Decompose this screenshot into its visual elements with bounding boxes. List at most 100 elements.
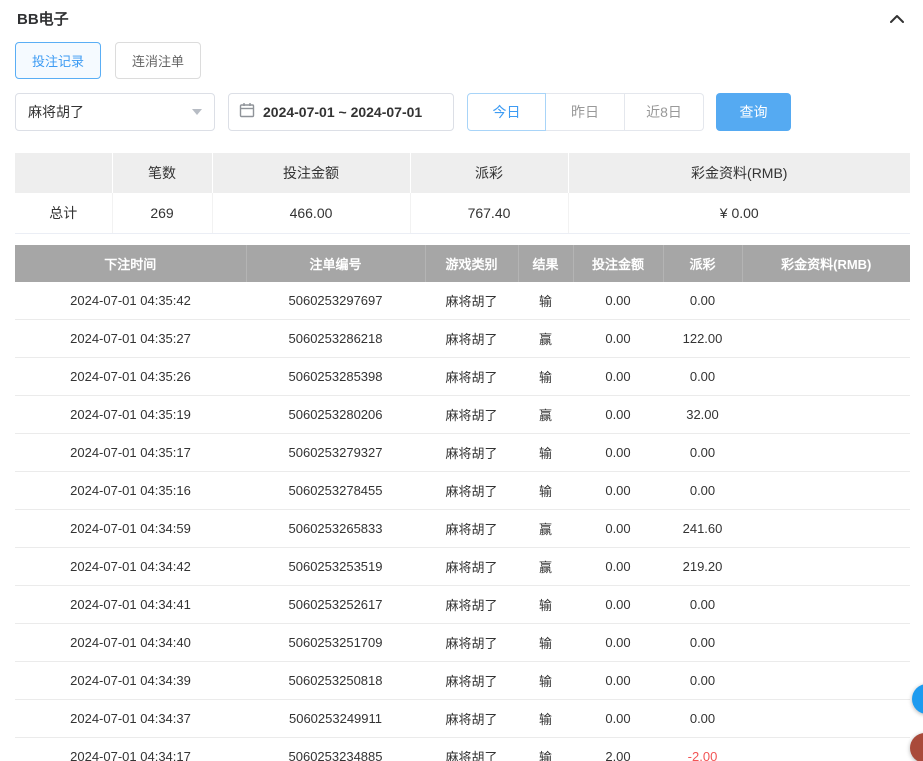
tab-cancelled-orders[interactable]: 连消注单: [115, 42, 201, 79]
cell-result: 输: [518, 282, 573, 320]
cell-jackpot: [742, 586, 910, 624]
cell-payout: 0.00: [663, 624, 742, 662]
cell-order-number: 5060253234885: [246, 738, 425, 761]
bet-row: 2024-07-01 04:35:17 5060253279327 麻将胡了 输…: [15, 434, 910, 472]
cell-bet-amount-link[interactable]: 0.00: [573, 510, 663, 548]
cell-order-number: 5060253278455: [246, 472, 425, 510]
date-range-picker[interactable]: 2024-07-01 ~ 2024-07-01: [228, 93, 454, 131]
betting-records-panel: BB电子 投注记录 连消注单 麻将胡了 2024-07-01 ~ 2024-07…: [0, 0, 923, 761]
cell-bet-amount-link[interactable]: 0.00: [573, 320, 663, 358]
search-button[interactable]: 查询: [716, 93, 791, 131]
summary-jackpot-value: ¥ 0.00: [568, 193, 910, 233]
summary-header-count: 笔数: [112, 153, 212, 193]
cell-payout: 0.00: [663, 700, 742, 738]
quick-last8days-button[interactable]: 近8日: [625, 93, 704, 131]
cell-game-type: 麻将胡了: [425, 320, 518, 358]
bet-row: 2024-07-01 04:34:37 5060253249911 麻将胡了 输…: [15, 700, 910, 738]
cell-jackpot: [742, 320, 910, 358]
summary-bet-amount-value: 466.00: [212, 193, 410, 233]
bet-table-body: 2024-07-01 04:35:42 5060253297697 麻将胡了 输…: [15, 282, 910, 761]
summary-header-row: 笔数 投注金额 派彩 彩金资料(RMB): [15, 153, 910, 193]
cell-jackpot: [742, 624, 910, 662]
cell-jackpot: [742, 738, 910, 761]
cell-jackpot: [742, 472, 910, 510]
cell-bet-time: 2024-07-01 04:35:19: [15, 396, 246, 434]
cell-game-type: 麻将胡了: [425, 662, 518, 700]
cell-jackpot: [742, 700, 910, 738]
summary-header-blank: [15, 153, 112, 193]
summary-header-payout: 派彩: [410, 153, 568, 193]
cell-bet-time: 2024-07-01 04:34:40: [15, 624, 246, 662]
cell-payout: 122.00: [663, 320, 742, 358]
cell-bet-time: 2024-07-01 04:35:26: [15, 358, 246, 396]
cell-bet-amount-link[interactable]: 2.00: [573, 738, 663, 761]
bet-row: 2024-07-01 04:34:17 5060253234885 麻将胡了 输…: [15, 738, 910, 761]
tab-bet-records[interactable]: 投注记录: [15, 42, 101, 79]
cell-payout: 0.00: [663, 282, 742, 320]
cell-result: 赢: [518, 510, 573, 548]
cell-order-number: 5060253279327: [246, 434, 425, 472]
cell-order-number: 5060253252617: [246, 586, 425, 624]
cell-game-type: 麻将胡了: [425, 548, 518, 586]
collapse-panel-button[interactable]: [886, 7, 908, 30]
cell-bet-amount-link[interactable]: 0.00: [573, 586, 663, 624]
quick-yesterday-button[interactable]: 昨日: [546, 93, 625, 131]
header-bet-amount: 投注金额: [573, 245, 663, 282]
cell-bet-amount-link[interactable]: 0.00: [573, 548, 663, 586]
cell-result: 输: [518, 738, 573, 761]
cell-bet-amount-link[interactable]: 0.00: [573, 358, 663, 396]
cell-order-number: 5060253297697: [246, 282, 425, 320]
date-range-value: 2024-07-01 ~ 2024-07-01: [263, 104, 422, 120]
cell-game-type: 麻将胡了: [425, 586, 518, 624]
cell-jackpot: [742, 662, 910, 700]
cell-result: 赢: [518, 548, 573, 586]
bet-row: 2024-07-01 04:35:16 5060253278455 麻将胡了 输…: [15, 472, 910, 510]
cell-order-number: 5060253280206: [246, 396, 425, 434]
quick-today-button[interactable]: 今日: [467, 93, 546, 131]
cell-payout: -2.00: [663, 738, 742, 761]
cell-bet-time: 2024-07-01 04:35:27: [15, 320, 246, 358]
cell-order-number: 5060253249911: [246, 700, 425, 738]
cell-bet-amount-link[interactable]: 0.00: [573, 472, 663, 510]
cell-payout: 0.00: [663, 586, 742, 624]
summary-header-bet-amount: 投注金额: [212, 153, 410, 193]
cell-game-type: 麻将胡了: [425, 738, 518, 761]
cell-game-type: 麻将胡了: [425, 510, 518, 548]
cell-jackpot: [742, 434, 910, 472]
cell-bet-time: 2024-07-01 04:34:59: [15, 510, 246, 548]
bet-row: 2024-07-01 04:35:42 5060253297697 麻将胡了 输…: [15, 282, 910, 320]
cell-bet-time: 2024-07-01 04:35:42: [15, 282, 246, 320]
cell-bet-amount-link[interactable]: 0.00: [573, 282, 663, 320]
cell-bet-amount-link[interactable]: 0.00: [573, 662, 663, 700]
cell-result: 输: [518, 472, 573, 510]
summary-payout-value: 767.40: [410, 193, 568, 233]
cell-order-number: 5060253251709: [246, 624, 425, 662]
header-order-number: 注单编号: [246, 245, 425, 282]
cell-game-type: 麻将胡了: [425, 700, 518, 738]
cell-order-number: 5060253250818: [246, 662, 425, 700]
header-result: 结果: [518, 245, 573, 282]
cell-result: 输: [518, 700, 573, 738]
bet-row: 2024-07-01 04:34:41 5060253252617 麻将胡了 输…: [15, 586, 910, 624]
bet-row: 2024-07-01 04:35:27 5060253286218 麻将胡了 赢…: [15, 320, 910, 358]
cell-bet-time: 2024-07-01 04:34:37: [15, 700, 246, 738]
game-select[interactable]: 麻将胡了: [15, 93, 215, 131]
cell-bet-amount-link[interactable]: 0.00: [573, 700, 663, 738]
bet-records-table: 下注时间 注单编号 游戏类别 结果 投注金额 派彩 彩金资料(RMB) 2024…: [15, 245, 910, 761]
cell-bet-amount-link[interactable]: 0.00: [573, 434, 663, 472]
cell-payout: 0.00: [663, 662, 742, 700]
bet-row: 2024-07-01 04:35:26 5060253285398 麻将胡了 输…: [15, 358, 910, 396]
summary-total-row: 总计 269 466.00 767.40 ¥ 0.00: [15, 193, 910, 233]
cell-game-type: 麻将胡了: [425, 282, 518, 320]
bet-table-header-row: 下注时间 注单编号 游戏类别 结果 投注金额 派彩 彩金资料(RMB): [15, 245, 910, 282]
summary-table: 笔数 投注金额 派彩 彩金资料(RMB) 总计 269 466.00 767.4…: [15, 153, 910, 234]
cell-order-number: 5060253253519: [246, 548, 425, 586]
cell-payout: 0.00: [663, 434, 742, 472]
header-jackpot: 彩金资料(RMB): [742, 245, 910, 282]
cell-bet-time: 2024-07-01 04:34:41: [15, 586, 246, 624]
cell-result: 赢: [518, 320, 573, 358]
cell-game-type: 麻将胡了: [425, 358, 518, 396]
cell-bet-amount-link[interactable]: 0.00: [573, 396, 663, 434]
cell-bet-amount-link[interactable]: 0.00: [573, 624, 663, 662]
cell-bet-time: 2024-07-01 04:35:16: [15, 472, 246, 510]
